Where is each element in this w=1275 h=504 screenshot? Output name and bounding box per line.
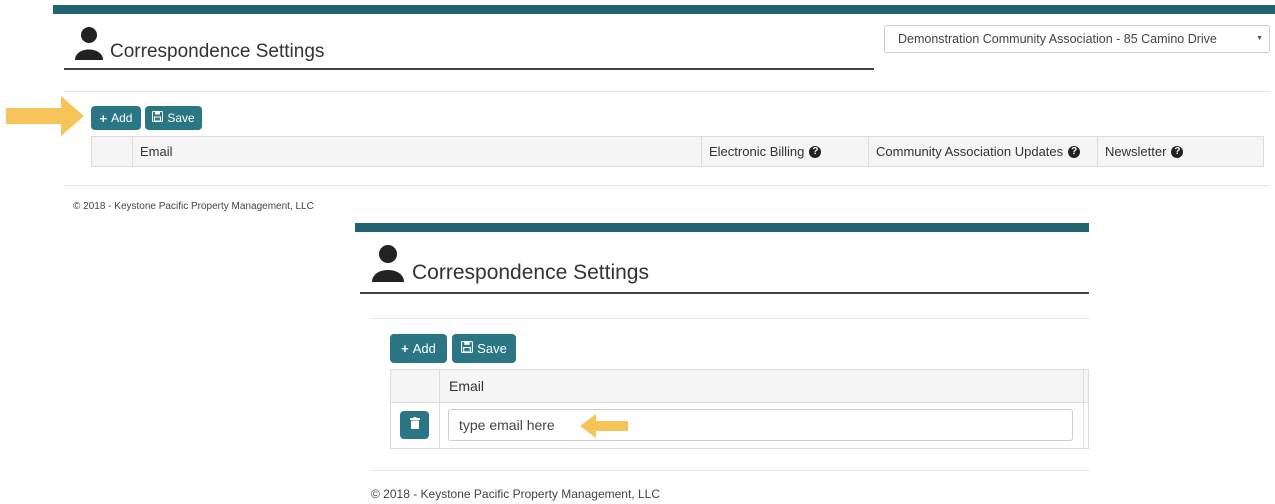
user-icon bbox=[74, 27, 104, 60]
plus-icon: + bbox=[99, 110, 108, 126]
column-header-email: Email bbox=[140, 144, 173, 159]
add-button[interactable]: + Add bbox=[91, 106, 141, 130]
title-underline bbox=[64, 68, 874, 70]
column-header-community-updates: Community Association Updates? bbox=[876, 137, 1081, 166]
community-select[interactable]: Demonstration Community Association - 85… bbox=[884, 25, 1270, 53]
top-bar bbox=[355, 223, 1089, 232]
save-button-label: Save bbox=[167, 111, 195, 125]
email-input-placeholder: type email here bbox=[459, 417, 555, 433]
column-header-electronic-billing: Electronic Billing? bbox=[709, 137, 822, 166]
question-icon[interactable]: ? bbox=[1171, 145, 1184, 158]
save-button[interactable]: Save bbox=[145, 106, 202, 130]
user-icon bbox=[371, 245, 405, 282]
question-icon[interactable]: ? bbox=[809, 145, 822, 158]
community-select-value: Demonstration Community Association - 85… bbox=[898, 32, 1217, 46]
plus-icon: + bbox=[401, 341, 409, 356]
save-icon bbox=[152, 111, 164, 125]
divider bbox=[371, 318, 1089, 319]
title-underline bbox=[360, 292, 1089, 294]
column-header-newsletter: Newsletter? bbox=[1105, 137, 1184, 166]
save-button-label: Save bbox=[477, 341, 507, 356]
footer-copyright: © 2018 - Keystone Pacific Property Manag… bbox=[371, 487, 660, 501]
add-button-label: Add bbox=[412, 341, 436, 356]
add-button-label: Add bbox=[111, 111, 133, 125]
save-button[interactable]: Save bbox=[452, 334, 516, 363]
footer-copyright: © 2018 - Keystone Pacific Property Manag… bbox=[73, 201, 314, 212]
column-header-email: Email bbox=[449, 378, 485, 394]
arrow-right-icon bbox=[6, 96, 84, 136]
divider bbox=[64, 91, 1270, 92]
correspondence-table-header: Email Electronic Billing? Community Asso… bbox=[91, 136, 1264, 167]
email-input[interactable]: type email here bbox=[448, 409, 1073, 441]
add-button[interactable]: + Add bbox=[390, 334, 447, 363]
page-title: Correspondence Settings bbox=[110, 41, 325, 62]
page-title: Correspondence Settings bbox=[412, 261, 649, 284]
question-icon[interactable]: ? bbox=[1068, 145, 1081, 158]
save-icon bbox=[461, 341, 474, 356]
trash-icon bbox=[409, 416, 420, 434]
delete-row-button[interactable] bbox=[400, 411, 429, 439]
arrow-left-icon bbox=[580, 414, 628, 438]
chevron-down-icon: ▼ bbox=[1256, 35, 1263, 42]
divider bbox=[371, 470, 1089, 471]
top-bar bbox=[53, 5, 1275, 14]
divider bbox=[64, 185, 1270, 186]
email-table-header: Email bbox=[390, 369, 1089, 403]
